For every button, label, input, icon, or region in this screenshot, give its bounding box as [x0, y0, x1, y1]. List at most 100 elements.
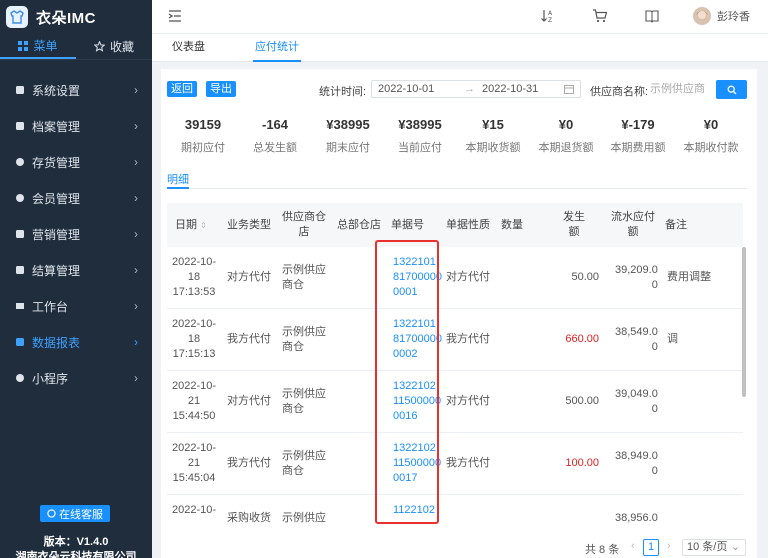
- table-row[interactable]: 2022-10- 18 17:13:53 对方代付 示例供应 商仓 1322101 81…: [167, 247, 743, 309]
- stat-expense-amount: ¥-179 本期费用额: [602, 117, 674, 155]
- calendar-icon: [564, 84, 574, 97]
- cell-balance: 38,956.0: [615, 512, 658, 524]
- marketing-icon: [14, 228, 26, 240]
- page-number-button[interactable]: 1: [643, 539, 659, 556]
- chevron-right-icon: ›: [134, 227, 138, 241]
- total-count: 共 8 条: [585, 544, 620, 556]
- cell-doc-no-link[interactable]: 1322101 81700000 0001: [393, 255, 442, 300]
- miniprogram-icon: [14, 372, 26, 384]
- table-row[interactable]: 2022-10- 21 15:45:04 我方代付 示例供应 商仓 1322102 11…: [167, 433, 743, 495]
- prev-page-icon[interactable]: ‹: [631, 540, 635, 552]
- cell-date: 2022-10- 18 17:13:53: [171, 256, 217, 298]
- column-header-remark: 备注: [665, 219, 687, 231]
- column-header-doc-type: 单据性质: [446, 219, 490, 231]
- cell-amount: 500.00: [565, 395, 599, 407]
- sidebar-item-inventory[interactable]: 存货管理 ›: [0, 144, 152, 180]
- sidebar-item-system-settings[interactable]: 系统设置 ›: [0, 72, 152, 108]
- sidebar-menu: 系统设置 › 档案管理 › 存货管理 › 会员管理 › 营销管理 › 结算管理 …: [0, 72, 152, 396]
- stat-received-amount: ¥15 本期收货额: [457, 117, 529, 155]
- sidebar-item-label: 会员管理: [32, 191, 81, 206]
- cell-biz-type: 对方代付: [227, 271, 271, 283]
- cell-biz-type: 我方代付: [227, 457, 271, 469]
- cell-balance: 39,049.0 0: [615, 388, 658, 415]
- chevron-right-icon: ›: [134, 119, 138, 133]
- cell-supplier: 示例供应 商仓: [282, 326, 326, 353]
- user-menu[interactable]: 彭玲香: [693, 7, 750, 25]
- table-row[interactable]: 2022-10- 18 17:15:13 我方代付 示例供应 商仓 1322101 81…: [167, 309, 743, 371]
- back-button[interactable]: 返回: [167, 81, 197, 97]
- sidebar-item-marketing[interactable]: 营销管理 ›: [0, 216, 152, 252]
- summary-stats: 39159 期初应付 -164 总发生额 ¥38995 期末应付 ¥38995 当前应付…: [161, 117, 757, 157]
- stat-value: ¥-179: [621, 117, 655, 132]
- stat-value: ¥38995: [398, 117, 442, 132]
- stat-total-amount: -164 总发生额: [239, 117, 311, 155]
- sidebar-item-label: 结算管理: [32, 263, 81, 278]
- tab-detail[interactable]: 明细: [167, 171, 189, 187]
- sidebar-item-reports[interactable]: 数据报表 ›: [0, 324, 152, 360]
- table-scrollbar[interactable]: [742, 247, 746, 397]
- page-size-value: 10 条/页: [687, 541, 728, 553]
- brand: 衣朵IMC: [0, 0, 152, 34]
- chevron-down-icon: ⌄: [730, 541, 740, 553]
- chevron-right-icon: ›: [134, 83, 138, 97]
- cell-balance: 39,209.0 0: [615, 264, 658, 291]
- cell-doc-type: 对方代付: [446, 395, 490, 407]
- sidebar-item-miniprogram[interactable]: 小程序 ›: [0, 360, 152, 396]
- export-button[interactable]: 导出: [206, 81, 236, 97]
- settings-icon: [14, 84, 26, 96]
- stat-label: 总发生额: [253, 142, 297, 154]
- cart-icon[interactable]: [592, 8, 608, 27]
- sidebar: 衣朵IMC 菜单 收藏 系统设置 › 档案管理 › 存货管理 › 会员管理 › …: [0, 0, 152, 558]
- sidebar-item-label: 工作台: [32, 299, 69, 314]
- cell-amount: 660.00: [565, 333, 599, 345]
- tab-dashboard[interactable]: 仪表盘: [170, 34, 207, 62]
- table-row[interactable]: 2022-10- 21 15:44:50 对方代付 示例供应 商仓 1322102 11…: [167, 371, 743, 433]
- supplier-input[interactable]: 示例供应商: [650, 80, 707, 98]
- grid-icon: [18, 40, 29, 51]
- table-body: 2022-10- 18 17:13:53 对方代付 示例供应 商仓 1322101 81…: [167, 247, 743, 527]
- tab-menu-label: 菜单: [33, 39, 58, 53]
- page-size-select[interactable]: 10 条/页 ⌄: [682, 539, 746, 556]
- cell-date: 2022-10- 21 15:45:04: [171, 442, 217, 484]
- stat-label: 当前应付: [398, 142, 442, 154]
- table-row[interactable]: 2022-10- 采购收货 示例供应 1122102 38,956.0: [167, 495, 743, 527]
- tab-indicator: [167, 187, 189, 189]
- column-header-doc-no: 单据号: [391, 219, 424, 231]
- column-header-biz-type: 业务类型: [227, 219, 271, 231]
- sidebar-item-settlement[interactable]: 结算管理 ›: [0, 252, 152, 288]
- cell-remark: 调: [667, 333, 678, 345]
- cell-doc-no-link[interactable]: 1322101 81700000 0002: [393, 317, 442, 362]
- collapse-menu-icon[interactable]: [168, 9, 182, 26]
- cell-doc-no-link[interactable]: 1322102 11500000 0017: [393, 441, 441, 486]
- sidebar-item-label: 小程序: [32, 371, 69, 386]
- cell-balance: 38,949.0 0: [615, 450, 658, 477]
- cell-doc-no-link[interactable]: 1322102 11500000 0016: [393, 379, 441, 424]
- cell-doc-no-link[interactable]: 1122102: [393, 503, 435, 518]
- column-header-amount: 发生额: [563, 211, 585, 238]
- company-name: 湖南衣朵云科技有限公司: [15, 551, 137, 558]
- stat-return-amount: ¥0 本期退货额: [530, 117, 602, 155]
- sidebar-item-members[interactable]: 会员管理 ›: [0, 180, 152, 216]
- online-support-button[interactable]: 在线客服: [40, 505, 110, 522]
- date-range-picker[interactable]: 2022-10-01 → 2022-10-31: [371, 80, 581, 98]
- tab-menu[interactable]: 菜单: [0, 34, 76, 59]
- tab-favorites[interactable]: 收藏: [76, 34, 152, 59]
- tab-payables-stats[interactable]: 应付统计: [253, 34, 301, 62]
- search-button[interactable]: [716, 80, 747, 99]
- table-header: 日期 ⇕ 业务类型 供应商仓店 总部仓店 单据号 单据性质 数量 发生额 流水应…: [167, 203, 743, 247]
- cell-amount: 100.00: [565, 457, 599, 469]
- cell-doc-type: 我方代付: [446, 457, 490, 469]
- sidebar-item-archive[interactable]: 档案管理 ›: [0, 108, 152, 144]
- sort-az-icon[interactable]: AZ: [540, 8, 556, 27]
- chevron-right-icon: ›: [134, 155, 138, 169]
- book-icon[interactable]: [644, 8, 660, 27]
- sidebar-item-label: 数据报表: [32, 335, 81, 350]
- next-page-icon[interactable]: ›: [667, 540, 671, 552]
- column-header-supplier: 供应商仓店: [282, 211, 326, 238]
- chevron-right-icon: ›: [134, 335, 138, 349]
- logo-icon: [6, 6, 28, 28]
- period-label: 统计时间:: [319, 86, 367, 98]
- column-header-date[interactable]: 日期 ⇕: [175, 218, 207, 233]
- sidebar-item-workbench[interactable]: 工作台 ›: [0, 288, 152, 324]
- avatar: [693, 7, 711, 25]
